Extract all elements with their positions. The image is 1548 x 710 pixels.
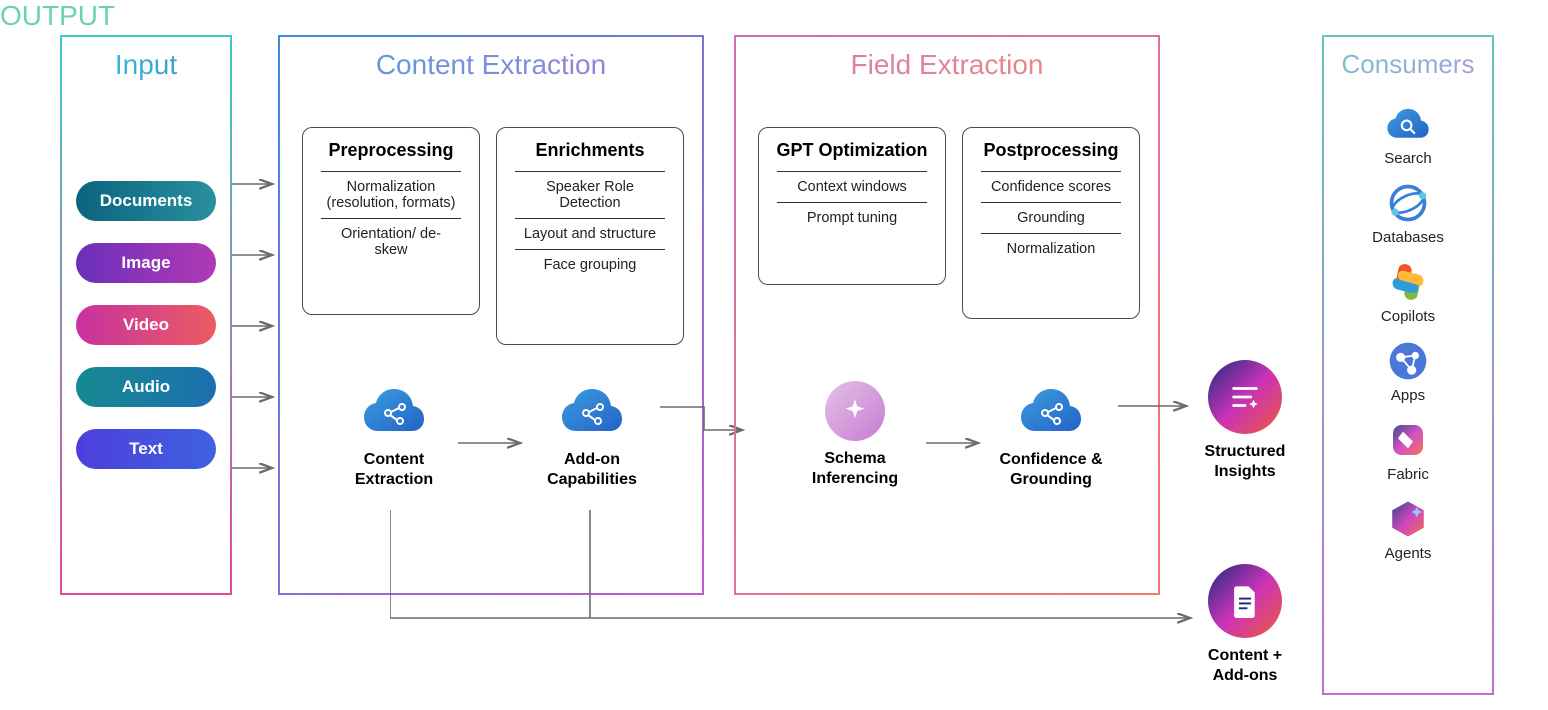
databases-icon (1386, 181, 1430, 225)
copilot-icon (1386, 260, 1430, 304)
gpt-item: Context windows (777, 171, 927, 202)
node-label: Add-on Capabilities (532, 450, 652, 490)
node-label: Content Extraction (334, 450, 454, 490)
preprocessing-title: Preprocessing (313, 140, 469, 161)
gpt-item: Prompt tuning (777, 202, 927, 233)
addon-capabilities-node: Add-on Capabilities (532, 381, 652, 490)
enrichments-title: Enrichments (507, 140, 673, 161)
consumers-panel: Consumers Search Databases Copilots Apps… (1322, 35, 1494, 695)
schema-inferencing-node: Schema Inferencing (790, 381, 920, 489)
apps-icon (1386, 339, 1430, 383)
pill-image: Image (76, 243, 216, 283)
content-title: Content Extraction (280, 37, 702, 89)
post-item: Normalization (981, 233, 1121, 264)
arrow (458, 437, 528, 449)
gpt-title: GPT Optimization (769, 140, 935, 161)
consumer-label: Fabric (1324, 466, 1492, 483)
search-cloud-icon (1386, 102, 1430, 146)
consumer-label: Search (1324, 150, 1492, 167)
bottom-arrow (390, 510, 1200, 630)
consumer-apps: Apps (1324, 339, 1492, 404)
pill-documents: Documents (76, 181, 216, 221)
document-icon (1208, 564, 1282, 638)
consumers-title: Consumers (1324, 37, 1492, 88)
node-label: Content + Add-ons (1190, 646, 1300, 686)
confidence-grounding-node: Confidence & Grounding (986, 381, 1116, 490)
consumer-agents: Agents (1324, 497, 1492, 562)
enrich-item: Layout and structure (515, 218, 665, 249)
consumer-search: Search (1324, 102, 1492, 167)
output-title: OUTPUT (0, 0, 1548, 32)
gpt-box: GPT Optimization Context windows Prompt … (758, 127, 946, 285)
consumer-label: Copilots (1324, 308, 1492, 325)
preproc-item: Normalization (resolution, formats) (321, 171, 461, 218)
fabric-icon (1386, 418, 1430, 462)
pill-video: Video (76, 305, 216, 345)
arrow (1118, 400, 1194, 412)
node-label: Structured Insights (1190, 442, 1300, 482)
consumer-fabric: Fabric (1324, 418, 1492, 483)
content-addons-node: Content + Add-ons (1190, 564, 1300, 686)
input-title: Input (62, 37, 230, 89)
content-extraction-node: Content Extraction (334, 381, 454, 490)
post-box: Postprocessing Confidence scores Groundi… (962, 127, 1140, 319)
enrich-item: Face grouping (515, 249, 665, 280)
cloud-icon (362, 387, 426, 435)
post-title: Postprocessing (973, 140, 1129, 161)
consumer-databases: Databases (1324, 181, 1492, 246)
input-arrows (232, 160, 278, 500)
post-item: Confidence scores (981, 171, 1121, 202)
post-item: Grounding (981, 202, 1121, 233)
pill-text: Text (76, 429, 216, 469)
insights-icon (1208, 360, 1282, 434)
enrich-item: Speaker Role Detection (515, 171, 665, 218)
enrichments-box: Enrichments Speaker Role Detection Layou… (496, 127, 684, 345)
structured-insights-node: Structured Insights (1190, 360, 1300, 482)
consumer-copilots: Copilots (1324, 260, 1492, 325)
node-label: Schema Inferencing (790, 449, 920, 489)
input-panel: Input Documents Image Video Audio Text (60, 35, 232, 595)
cloud-icon (1019, 387, 1083, 435)
cloud-icon (560, 387, 624, 435)
consumer-label: Agents (1324, 545, 1492, 562)
arrow (926, 437, 986, 449)
preproc-item: Orientation/ de-skew (321, 218, 461, 265)
consumer-label: Databases (1324, 229, 1492, 246)
field-title: Field Extraction (736, 37, 1158, 89)
consumer-label: Apps (1324, 387, 1492, 404)
preprocessing-box: Preprocessing Normalization (resolution,… (302, 127, 480, 315)
pill-audio: Audio (76, 367, 216, 407)
agents-icon (1386, 497, 1430, 541)
spark-icon (825, 381, 885, 441)
node-label: Confidence & Grounding (986, 450, 1116, 490)
